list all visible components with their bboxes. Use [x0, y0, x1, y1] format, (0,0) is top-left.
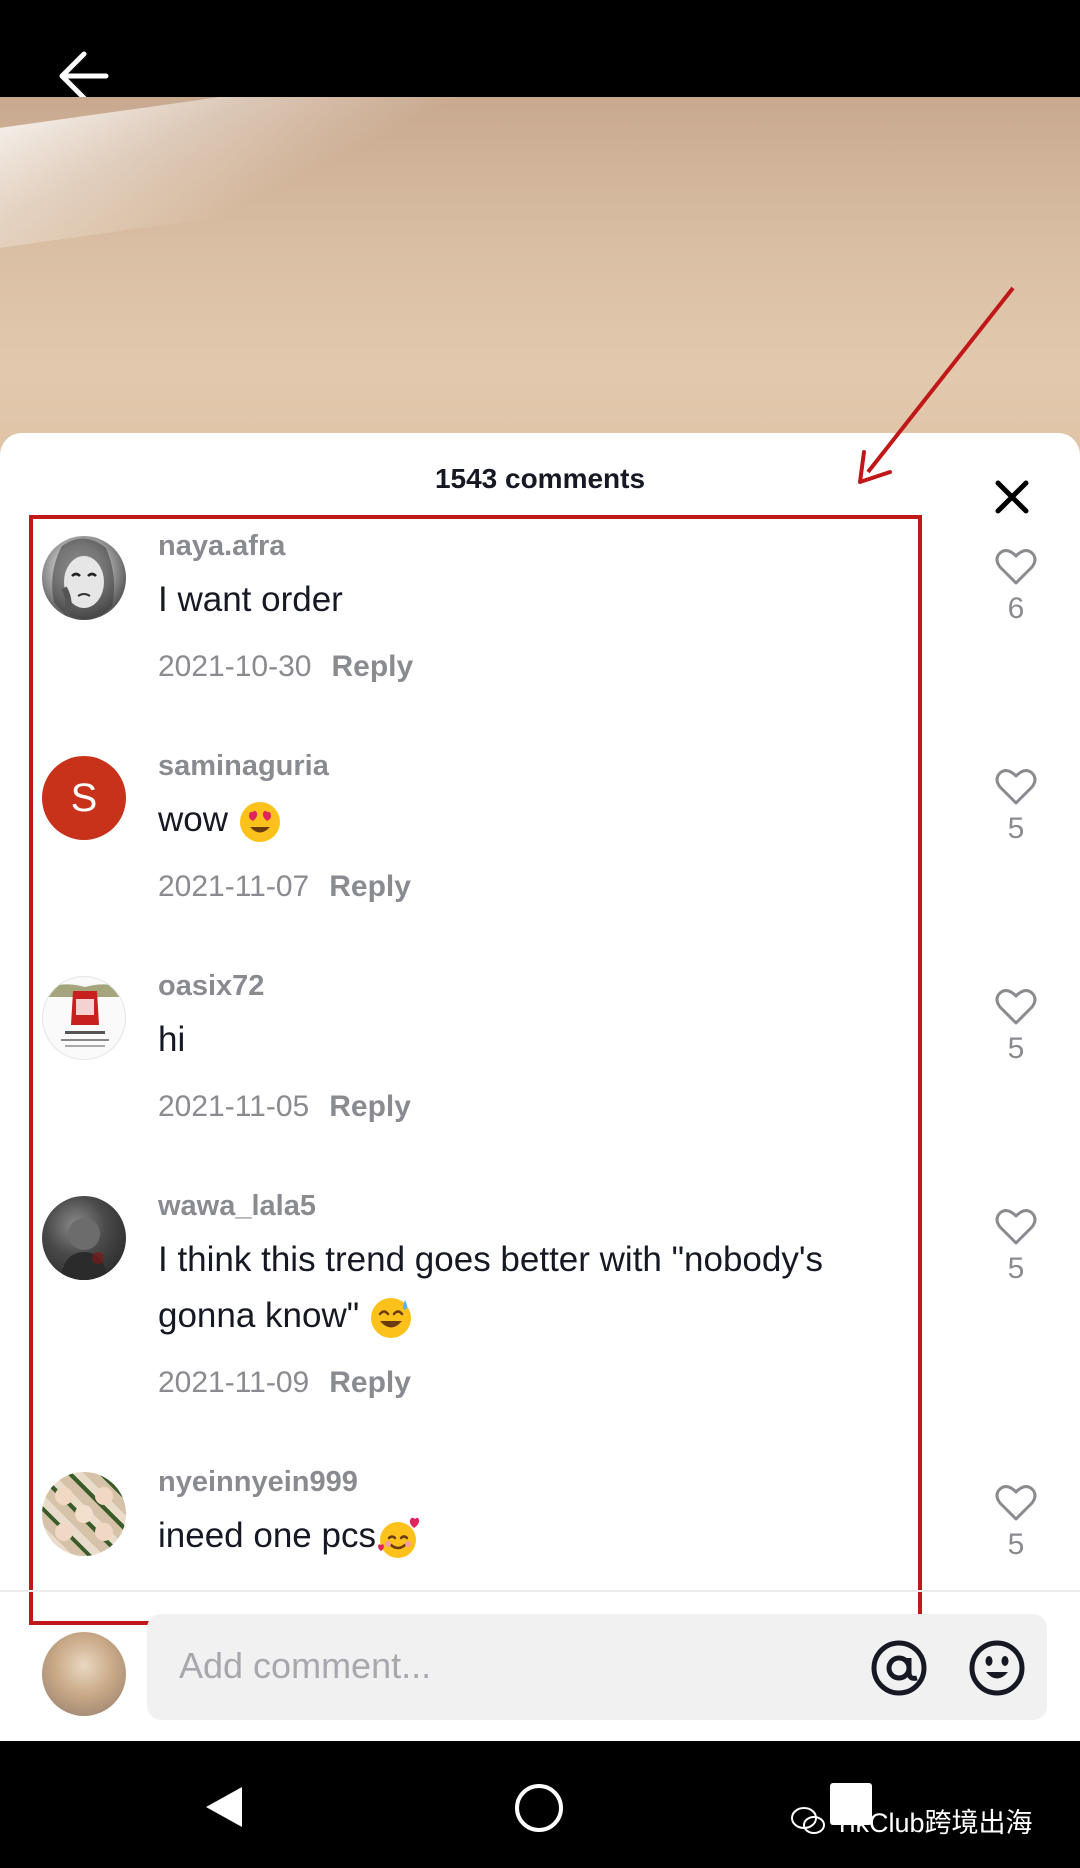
comment-input-box[interactable] — [147, 1614, 1047, 1720]
comment-text-content: hi — [158, 1020, 186, 1059]
video-glare — [0, 97, 480, 254]
comment-username[interactable]: wawa_lala5 — [158, 1190, 316, 1223]
avatar[interactable]: S — [42, 756, 126, 840]
reply-button[interactable]: Reply — [329, 1090, 411, 1123]
watermark: TikClub跨境出海 — [790, 1801, 1033, 1840]
like-button[interactable]: 6 — [990, 548, 1042, 626]
comment-text-content: I think this trend goes better with "nob… — [158, 1240, 824, 1335]
comment-text-content: I want order — [158, 580, 343, 619]
avatar-photo-icon — [60, 1218, 108, 1280]
comment-date: 2021-11-09 — [158, 1366, 310, 1399]
like-count: 5 — [1007, 1528, 1025, 1561]
nav-home-icon[interactable] — [514, 1783, 564, 1833]
reply-button[interactable]: Reply — [329, 1366, 411, 1399]
close-icon[interactable] — [992, 477, 1032, 517]
comment-username[interactable]: nyeinnyein999 — [158, 1466, 358, 1499]
heart-outline-icon — [995, 1485, 1037, 1521]
at-sign-icon[interactable] — [869, 1638, 929, 1698]
comment-username[interactable]: saminaguria — [158, 750, 329, 783]
like-count: 5 — [1007, 1252, 1025, 1285]
comment-username[interactable]: naya.afra — [158, 530, 285, 563]
like-button[interactable]: 5 — [990, 1484, 1042, 1562]
comment-text: wow — [158, 792, 908, 848]
smiley-icon[interactable] — [967, 1638, 1027, 1698]
comment-text-content: wow — [158, 800, 229, 839]
comment-date: 2021-11-07 — [158, 870, 310, 903]
comment-text: I want order — [158, 572, 908, 628]
watermark-text: TikClub跨境出海 — [834, 1808, 1033, 1838]
comments-count-title: 1543 comments — [434, 463, 646, 494]
avatar-collage-icon — [55, 1487, 113, 1541]
comment-meta: 2021-11-07 Reply — [158, 870, 411, 904]
like-count: 5 — [1007, 812, 1025, 845]
like-count: 5 — [1007, 1032, 1025, 1065]
reply-button[interactable]: Reply — [329, 870, 411, 903]
comment-meta: 2021-10-30 Reply — [158, 650, 413, 684]
comment-text: I think this trend goes better with "nob… — [158, 1232, 908, 1344]
heart-outline-icon — [995, 989, 1037, 1025]
comment-text-content: ineed one pcs — [158, 1516, 376, 1555]
nav-back-icon[interactable] — [200, 1783, 248, 1831]
avatar[interactable] — [42, 536, 126, 620]
smiling-hearts-emoji-icon — [377, 1517, 420, 1558]
like-button[interactable]: 5 — [990, 768, 1042, 846]
comment-username[interactable]: oasix72 — [158, 970, 264, 1003]
wechat-icon — [791, 1806, 825, 1834]
comment-input[interactable] — [179, 1636, 779, 1696]
comment-text: ineed one pcs — [158, 1508, 908, 1564]
system-nav-bar: TikClub跨境出海 — [0, 1741, 1080, 1868]
my-avatar[interactable] — [42, 1632, 126, 1716]
oasix-logo-icon — [43, 984, 125, 1047]
heart-eyes-emoji-icon — [239, 801, 280, 842]
avatar[interactable] — [42, 1196, 126, 1280]
heart-outline-icon — [995, 769, 1037, 805]
comment-input-row — [0, 1600, 1080, 1740]
avatar[interactable] — [42, 976, 126, 1060]
video-background — [0, 97, 1080, 457]
comment-date: 2021-10-30 — [158, 650, 312, 683]
avatar[interactable] — [42, 1472, 126, 1556]
comment-meta: 2021-11-05 Reply — [158, 1090, 411, 1124]
reply-button[interactable]: Reply — [331, 650, 413, 683]
comment-date: 2021-11-05 — [158, 1090, 310, 1123]
like-count: 6 — [1007, 592, 1025, 625]
avatar-face-icon — [52, 538, 114, 620]
sweat-smile-emoji-icon — [370, 1297, 411, 1338]
heart-outline-icon — [995, 549, 1037, 585]
heart-outline-icon — [995, 1209, 1037, 1245]
top-bar — [0, 0, 1080, 101]
comment-text: hi — [158, 1012, 908, 1068]
like-button[interactable]: 5 — [990, 988, 1042, 1066]
input-divider — [0, 1590, 1080, 1592]
comment-meta: 2021-11-09 Reply — [158, 1366, 411, 1400]
like-button[interactable]: 5 — [990, 1208, 1042, 1286]
